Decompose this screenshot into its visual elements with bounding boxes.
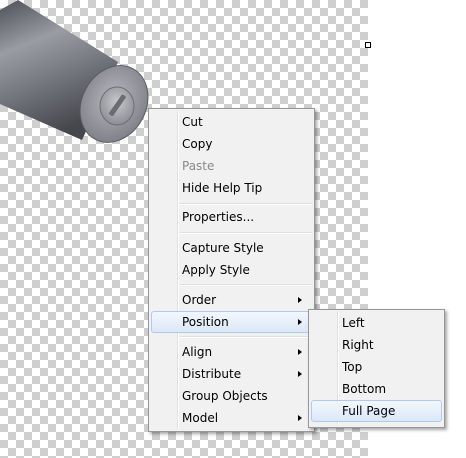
menu-item-copy[interactable]: Copy [151, 133, 312, 155]
menu-item-capture-style[interactable]: Capture Style [151, 237, 312, 259]
menu-separator [179, 336, 312, 338]
submenu-item-right[interactable]: Right [311, 334, 442, 356]
menu-item-position[interactable]: Position [151, 311, 312, 333]
menu-item-label: Capture Style [182, 241, 264, 255]
selection-handle[interactable] [365, 42, 371, 48]
menu-item-model[interactable]: Model [151, 407, 312, 429]
menu-item-label: Position [182, 315, 229, 329]
submenu-arrow-icon [298, 349, 302, 355]
menu-item-paste[interactable]: Paste [151, 155, 312, 177]
menu-item-label: Paste [182, 159, 215, 173]
menu-item-cut[interactable]: Cut [151, 111, 312, 133]
menu-item-label: Hide Help Tip [182, 181, 263, 195]
menu-item-label: Distribute [182, 367, 242, 381]
cylinder-model[interactable] [0, 0, 160, 150]
submenu-item-left[interactable]: Left [311, 312, 442, 334]
menu-item-label: Full Page [342, 404, 396, 418]
menu-separator [179, 232, 312, 234]
menu-item-label: Order [182, 293, 217, 307]
menu-item-label: Left [342, 316, 365, 330]
submenu-arrow-icon [298, 415, 302, 421]
menu-item-distribute[interactable]: Distribute [151, 363, 312, 385]
submenu-item-top[interactable]: Top [311, 356, 442, 378]
submenu-arrow-icon [298, 297, 302, 303]
menu-item-order[interactable]: Order [151, 289, 312, 311]
menu-item-label: Apply Style [182, 263, 250, 277]
menu-item-label: Properties... [182, 210, 255, 224]
menu-item-label: Cut [182, 115, 203, 129]
position-submenu: Left Right Top Bottom Full Page [308, 309, 445, 428]
menu-separator [179, 284, 312, 286]
submenu-arrow-icon [298, 319, 302, 325]
menu-separator [179, 203, 312, 205]
menu-item-align[interactable]: Align [151, 341, 312, 363]
submenu-arrow-icon [298, 371, 302, 377]
menu-item-apply-style[interactable]: Apply Style [151, 259, 312, 281]
submenu-item-bottom[interactable]: Bottom [311, 378, 442, 400]
menu-item-label: Right [342, 338, 374, 352]
menu-item-label: Bottom [342, 382, 387, 396]
menu-item-label: Model [182, 411, 219, 425]
context-menu: Cut Copy Paste Hide Help Tip Properties.… [148, 108, 315, 432]
menu-item-label: Copy [182, 137, 213, 151]
submenu-item-full-page[interactable]: Full Page [311, 400, 442, 422]
menu-item-label: Top [342, 360, 363, 374]
menu-item-properties[interactable]: Properties... [151, 206, 312, 228]
menu-item-label: Align [182, 345, 213, 359]
menu-item-label: Group Objects [182, 389, 268, 403]
menu-item-hide-help-tip[interactable]: Hide Help Tip [151, 177, 312, 199]
menu-item-group-objects[interactable]: Group Objects [151, 385, 312, 407]
